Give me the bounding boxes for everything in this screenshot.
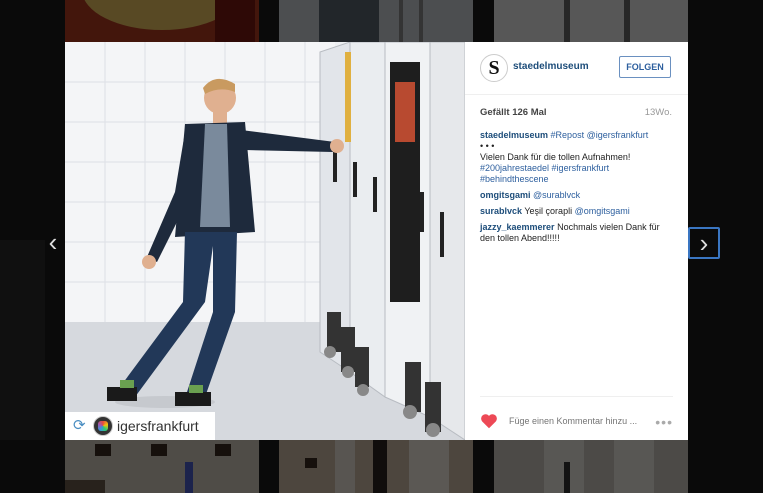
- comment-username[interactable]: omgitsgami: [480, 190, 531, 200]
- comments-list: staedelmuseum #Repost @igersfrankfurt • …: [480, 130, 675, 249]
- museum-storage-photo: [65, 42, 465, 440]
- comment-text[interactable]: @surablvck: [533, 190, 580, 200]
- caption-tags[interactable]: #Repost @igersfrankfurt: [551, 130, 649, 140]
- post-sidebar: S staedelmuseum FOLGEN Gefällt 126 Mal 1…: [465, 42, 688, 440]
- next-post-button[interactable]: ›: [688, 227, 720, 259]
- comment-item: omgitsgami @surablvck: [480, 190, 675, 201]
- comment-mention[interactable]: @omgitsgami: [575, 206, 630, 216]
- comment-item: jazzy_kaemmerer Nochmals vielen Dank für…: [480, 222, 675, 244]
- post-modal: ⟳ igersfrankfurt S staedelmuseum FOLGEN …: [65, 42, 688, 440]
- heart-icon[interactable]: [480, 413, 498, 429]
- repost-badge: ⟳ igersfrankfurt: [65, 412, 215, 440]
- avatar[interactable]: S: [480, 54, 508, 82]
- previous-post-button[interactable]: ‹: [40, 229, 66, 255]
- post-header: S staedelmuseum FOLGEN: [465, 42, 688, 95]
- comment-username[interactable]: surablvck: [480, 206, 522, 216]
- post-username[interactable]: staedelmuseum: [513, 61, 589, 72]
- caption-username[interactable]: staedelmuseum: [480, 130, 548, 140]
- repost-icon: ⟳: [73, 417, 86, 434]
- comment-username[interactable]: jazzy_kaemmerer: [480, 222, 555, 232]
- caption-hashtags[interactable]: #200jahrestaedel #igersfrankfurt #behind…: [480, 163, 609, 184]
- likes-count[interactable]: Gefällt 126 Mal: [480, 107, 547, 118]
- caption: staedelmuseum #Repost @igersfrankfurt • …: [480, 130, 675, 185]
- repost-app-logo-icon: [93, 416, 113, 436]
- comment-text: Yeşil çorapli: [524, 206, 575, 216]
- post-photo[interactable]: ⟳ igersfrankfurt: [65, 42, 465, 440]
- caption-dots: • • •: [480, 141, 495, 151]
- post-footer: •••: [480, 396, 673, 441]
- comment-item: surablvck Yeşil çorapli @omgitsgami: [480, 206, 675, 217]
- caption-text: Vielen Dank für die tollen Aufnahmen!: [480, 152, 631, 162]
- chevron-left-icon: ‹: [48, 227, 58, 257]
- more-options-icon[interactable]: •••: [655, 414, 673, 430]
- post-age[interactable]: 13Wo.: [645, 107, 672, 118]
- follow-button[interactable]: FOLGEN: [619, 56, 671, 78]
- repost-username: igersfrankfurt: [117, 418, 199, 434]
- chevron-right-icon: ›: [699, 228, 709, 258]
- comment-input[interactable]: [507, 415, 656, 427]
